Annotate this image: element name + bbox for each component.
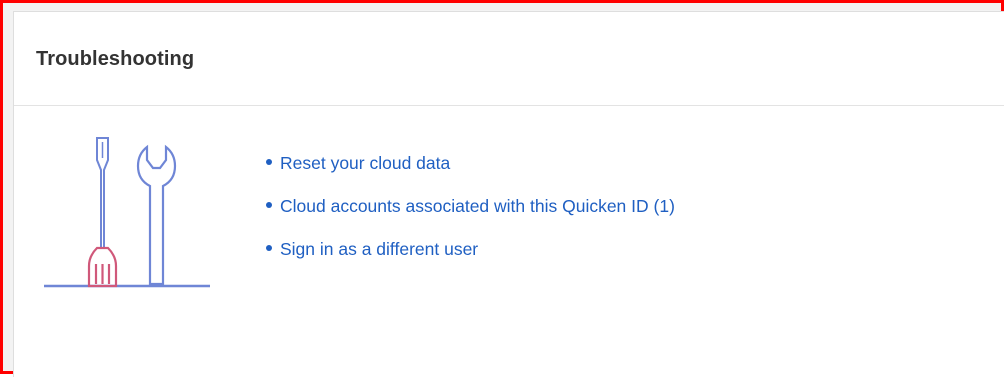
screwdriver-icon: [96, 137, 109, 249]
link-label[interactable]: Reset your cloud data: [280, 153, 450, 173]
link-label[interactable]: Sign in as a different user: [280, 239, 478, 259]
screwdriver-handle: [87, 246, 118, 288]
reset-cloud-data-link[interactable]: Reset your cloud data: [266, 152, 675, 195]
bullet-icon: [266, 245, 272, 252]
bullet-icon: [266, 159, 272, 166]
sign-in-different-user-link[interactable]: Sign in as a different user: [266, 238, 675, 281]
panel-header: Troubleshooting: [14, 12, 1004, 106]
link-label[interactable]: Cloud accounts associated with this Quic…: [280, 196, 675, 216]
troubleshooting-links: Reset your cloud data Cloud accounts ass…: [266, 152, 675, 281]
troubleshooting-panel: Troubleshooting Reset your cloud data Cl…: [13, 11, 1004, 377]
cloud-accounts-link[interactable]: Cloud accounts associated with this Quic…: [266, 195, 675, 238]
bullet-icon: [266, 202, 272, 209]
tools-icon: [44, 137, 210, 288]
wrench-icon: [136, 144, 177, 286]
screenshot-frame: Troubleshooting Reset your cloud data Cl…: [0, 0, 1004, 377]
panel-title: Troubleshooting: [36, 48, 195, 70]
